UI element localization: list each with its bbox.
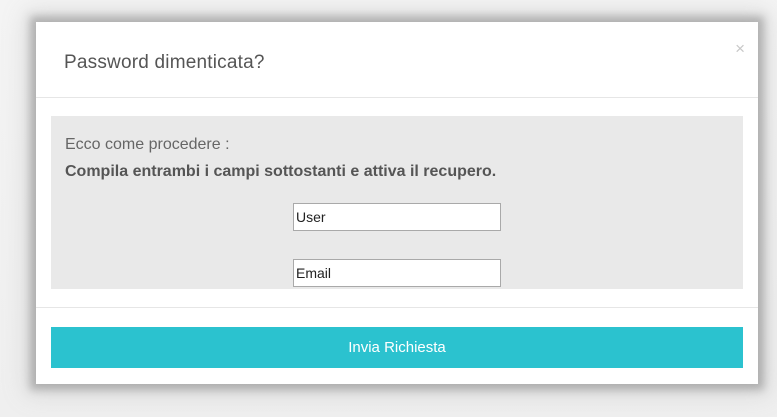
footer-divider [36,307,758,308]
dialog-body: Ecco come procedere : Compila entrambi i… [51,116,743,289]
close-icon[interactable]: × [735,40,745,57]
dialog-title: Password dimenticata? [64,52,265,73]
intro-text: Ecco come procedere : [65,136,230,153]
instruction-text: Compila entrambi i campi sottostanti e a… [65,163,497,180]
user-input[interactable] [293,203,501,231]
submit-request-button[interactable]: Invia Richiesta [51,327,743,368]
forgot-password-dialog: Password dimenticata? × Ecco come proced… [36,22,758,384]
email-input[interactable] [293,259,501,287]
dialog-header: Password dimenticata? × [36,22,758,98]
